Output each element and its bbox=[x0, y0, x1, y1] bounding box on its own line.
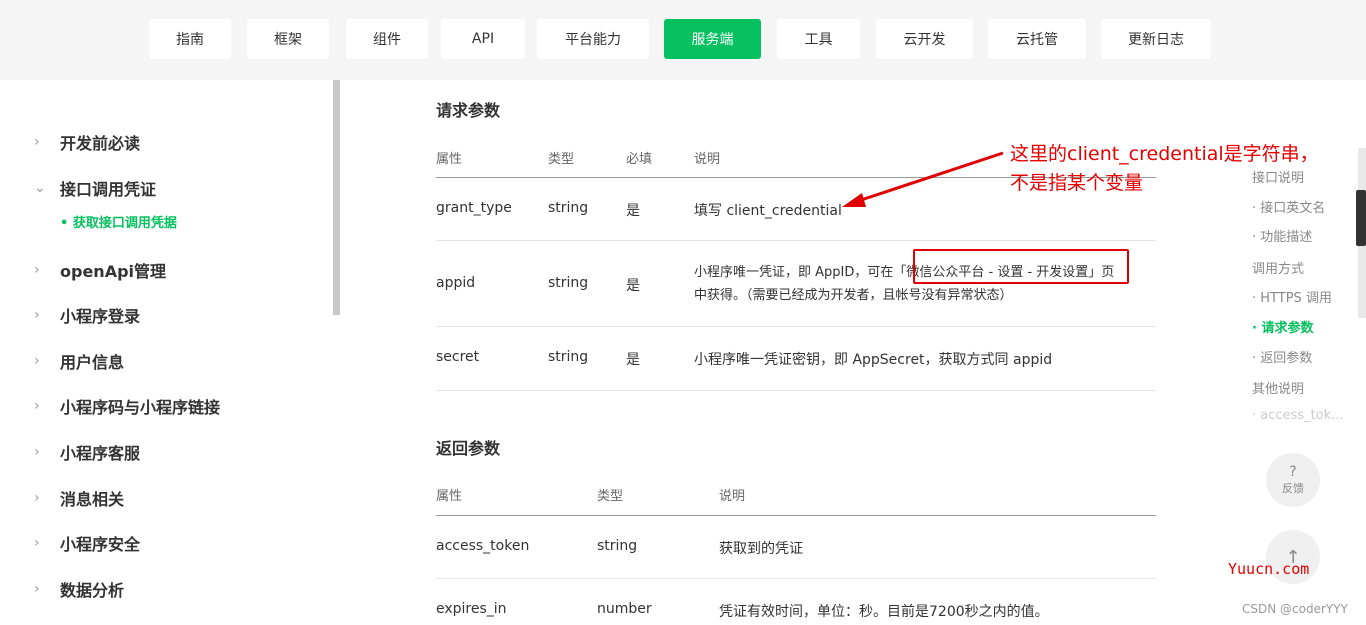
toc-item[interactable]: · 功能描述 bbox=[1252, 226, 1312, 245]
toc-item[interactable]: 接口说明 bbox=[1252, 167, 1304, 186]
toc-item[interactable]: · 返回参数 bbox=[1252, 347, 1312, 366]
annotation-line: 这里的client_credential是字符串， bbox=[1010, 143, 1319, 165]
annotation-arrow bbox=[842, 151, 1004, 207]
scrollbar-thumb[interactable] bbox=[1356, 190, 1366, 246]
toc-item[interactable]: 其他说明 bbox=[1252, 378, 1304, 397]
toc-item-active[interactable]: · 请求参数 bbox=[1252, 317, 1313, 336]
site-watermark: Yuucn.com bbox=[1228, 560, 1310, 578]
feedback-button[interactable]: ? 反馈 bbox=[1266, 453, 1320, 507]
toc-item[interactable]: · HTTPS 调用 bbox=[1252, 287, 1332, 306]
csdn-watermark: CSDN @coderYYY bbox=[1242, 602, 1348, 616]
toc-item[interactable]: · access_tok... bbox=[1252, 408, 1344, 423]
question-icon: ? bbox=[1289, 464, 1297, 480]
toc-item[interactable]: 调用方式 bbox=[1252, 258, 1304, 277]
feedback-label: 反馈 bbox=[1282, 482, 1304, 495]
toc-item[interactable]: · 接口英文名 bbox=[1252, 197, 1325, 216]
